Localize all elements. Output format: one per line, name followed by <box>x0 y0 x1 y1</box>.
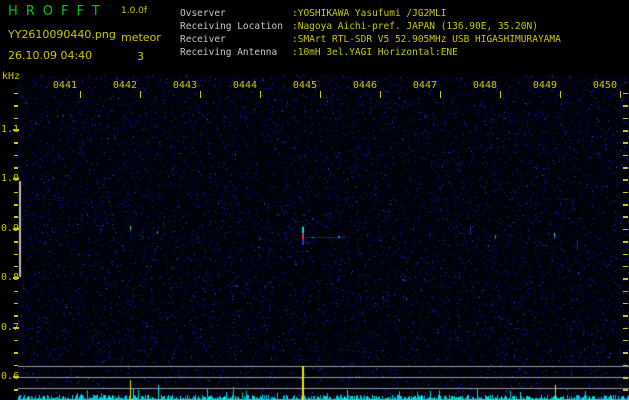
y-minor-tick <box>14 93 18 95</box>
info-label: Receiver <box>180 33 292 46</box>
x-tick-label: 0450 <box>585 80 617 91</box>
y-minor-tick <box>14 352 18 354</box>
app-title: HROFFT <box>8 4 108 19</box>
x-tick-label: 0446 <box>345 80 377 91</box>
right-edge-tick <box>623 340 628 342</box>
x-tick-mark <box>320 91 321 98</box>
y-minor-tick <box>14 142 18 144</box>
y-minor-tick <box>14 266 18 268</box>
meteor-count: 3 <box>137 50 144 63</box>
x-tick-label: 0444 <box>225 80 257 91</box>
x-tick-mark <box>260 91 261 98</box>
hrofft-screenshot: HROFFT 1.0.0f YY2610090440.png meteor 26… <box>0 0 629 400</box>
right-edge-tick <box>623 352 628 354</box>
y-minor-tick <box>14 340 18 342</box>
output-filename: YY2610090440.png <box>8 28 116 41</box>
y-tick-label: 0.7 <box>1 322 13 333</box>
right-edge-tick <box>623 192 628 194</box>
info-row: Ovserver:YOSHIKAWA Yasufumi /JG2MLI <box>180 7 561 20</box>
x-tick-mark <box>200 91 201 98</box>
x-tick-mark <box>380 91 381 98</box>
right-edge-tick <box>623 105 628 107</box>
x-tick-label: 0449 <box>525 80 557 91</box>
y-minor-tick <box>14 365 18 367</box>
y-minor-tick <box>14 241 18 243</box>
info-label: Receiving Location <box>180 20 292 33</box>
x-tick-label: 0441 <box>45 80 77 91</box>
x-tick-label: 0445 <box>285 80 317 91</box>
y-minor-tick <box>14 192 18 194</box>
y-minor-tick <box>14 216 18 218</box>
x-tick-label: 0448 <box>465 80 497 91</box>
right-edge-tick <box>623 118 628 120</box>
y-minor-tick <box>14 315 18 317</box>
x-tick-mark <box>500 91 501 98</box>
y-major-tick <box>13 327 19 329</box>
x-tick-label: 0442 <box>105 80 137 91</box>
right-edge-tick <box>623 266 628 268</box>
y-minor-tick <box>14 105 18 107</box>
info-value: :YOSHIKAWA Yasufumi /JG2MLI <box>292 7 446 20</box>
y-major-tick <box>13 178 19 180</box>
datetime-label: 26.10.09 04:40 <box>8 49 92 62</box>
right-edge-tick <box>623 204 628 206</box>
x-tick-mark <box>560 91 561 98</box>
right-edge-tick <box>623 142 628 144</box>
spectrogram-canvas <box>0 0 629 400</box>
right-edge-tick <box>623 254 628 256</box>
right-edge-tick <box>623 216 628 218</box>
receiver-info-block: Ovserver:YOSHIKAWA Yasufumi /JG2MLIRecei… <box>180 7 561 59</box>
right-edge-tick <box>623 303 628 305</box>
right-edge-tick <box>623 241 628 243</box>
x-tick-mark <box>140 91 141 98</box>
mode-label: meteor <box>121 31 161 44</box>
right-edge-tick <box>623 315 628 317</box>
y-major-tick <box>13 376 19 378</box>
y-minor-tick <box>14 389 18 391</box>
y-axis-unit-label: kHz <box>2 71 20 82</box>
y-minor-tick <box>14 167 18 169</box>
right-edge-tick <box>623 93 628 95</box>
y-tick-label: 0.9 <box>1 223 13 234</box>
y-minor-tick <box>14 118 18 120</box>
info-label: Ovserver <box>180 7 292 20</box>
y-major-tick <box>13 129 19 131</box>
info-row: Receiving Antenna:10mH 3el.YAGI Horizont… <box>180 46 561 59</box>
y-minor-tick <box>14 155 18 157</box>
y-minor-tick <box>14 291 18 293</box>
y-tick-label: 0.6 <box>1 371 13 382</box>
right-edge-tick <box>623 278 628 280</box>
y-minor-tick <box>14 254 18 256</box>
right-edge-tick <box>623 155 628 157</box>
right-edge-tick <box>623 291 628 293</box>
y-tick-label: 0.8 <box>1 272 13 283</box>
y-major-tick <box>13 277 19 279</box>
right-edge-tick <box>623 130 628 132</box>
right-edge-tick <box>623 179 628 181</box>
y-minor-tick <box>14 204 18 206</box>
info-value: :10mH 3el.YAGI Horizontal:ENE <box>292 46 458 59</box>
right-edge-tick <box>623 377 628 379</box>
info-label: Receiving Antenna <box>180 46 292 59</box>
x-tick-mark <box>440 91 441 98</box>
x-tick-mark <box>80 91 81 98</box>
y-major-tick <box>13 228 19 230</box>
x-tick-label: 0443 <box>165 80 197 91</box>
y-minor-tick <box>14 303 18 305</box>
info-row: Receiver:SMArt RTL-SDR V5 52.905MHz USB … <box>180 33 561 46</box>
right-edge-tick <box>623 365 628 367</box>
right-edge-tick <box>623 229 628 231</box>
x-tick-label: 0447 <box>405 80 437 91</box>
right-edge-tick <box>623 389 628 391</box>
x-tick-mark <box>620 91 621 98</box>
y-tick-label: 1.0 <box>1 173 13 184</box>
right-edge-tick <box>623 328 628 330</box>
info-value: :Nagoya Aichi-pref. JAPAN (136.90E, 35.2… <box>292 20 538 33</box>
right-edge-tick <box>623 167 628 169</box>
y-tick-label: 1.1 <box>1 124 13 135</box>
info-row: Receiving Location:Nagoya Aichi-pref. JA… <box>180 20 561 33</box>
info-value: :SMArt RTL-SDR V5 52.905MHz USB HIGASHIM… <box>292 33 561 46</box>
version-label: 1.0.0f <box>121 6 147 16</box>
